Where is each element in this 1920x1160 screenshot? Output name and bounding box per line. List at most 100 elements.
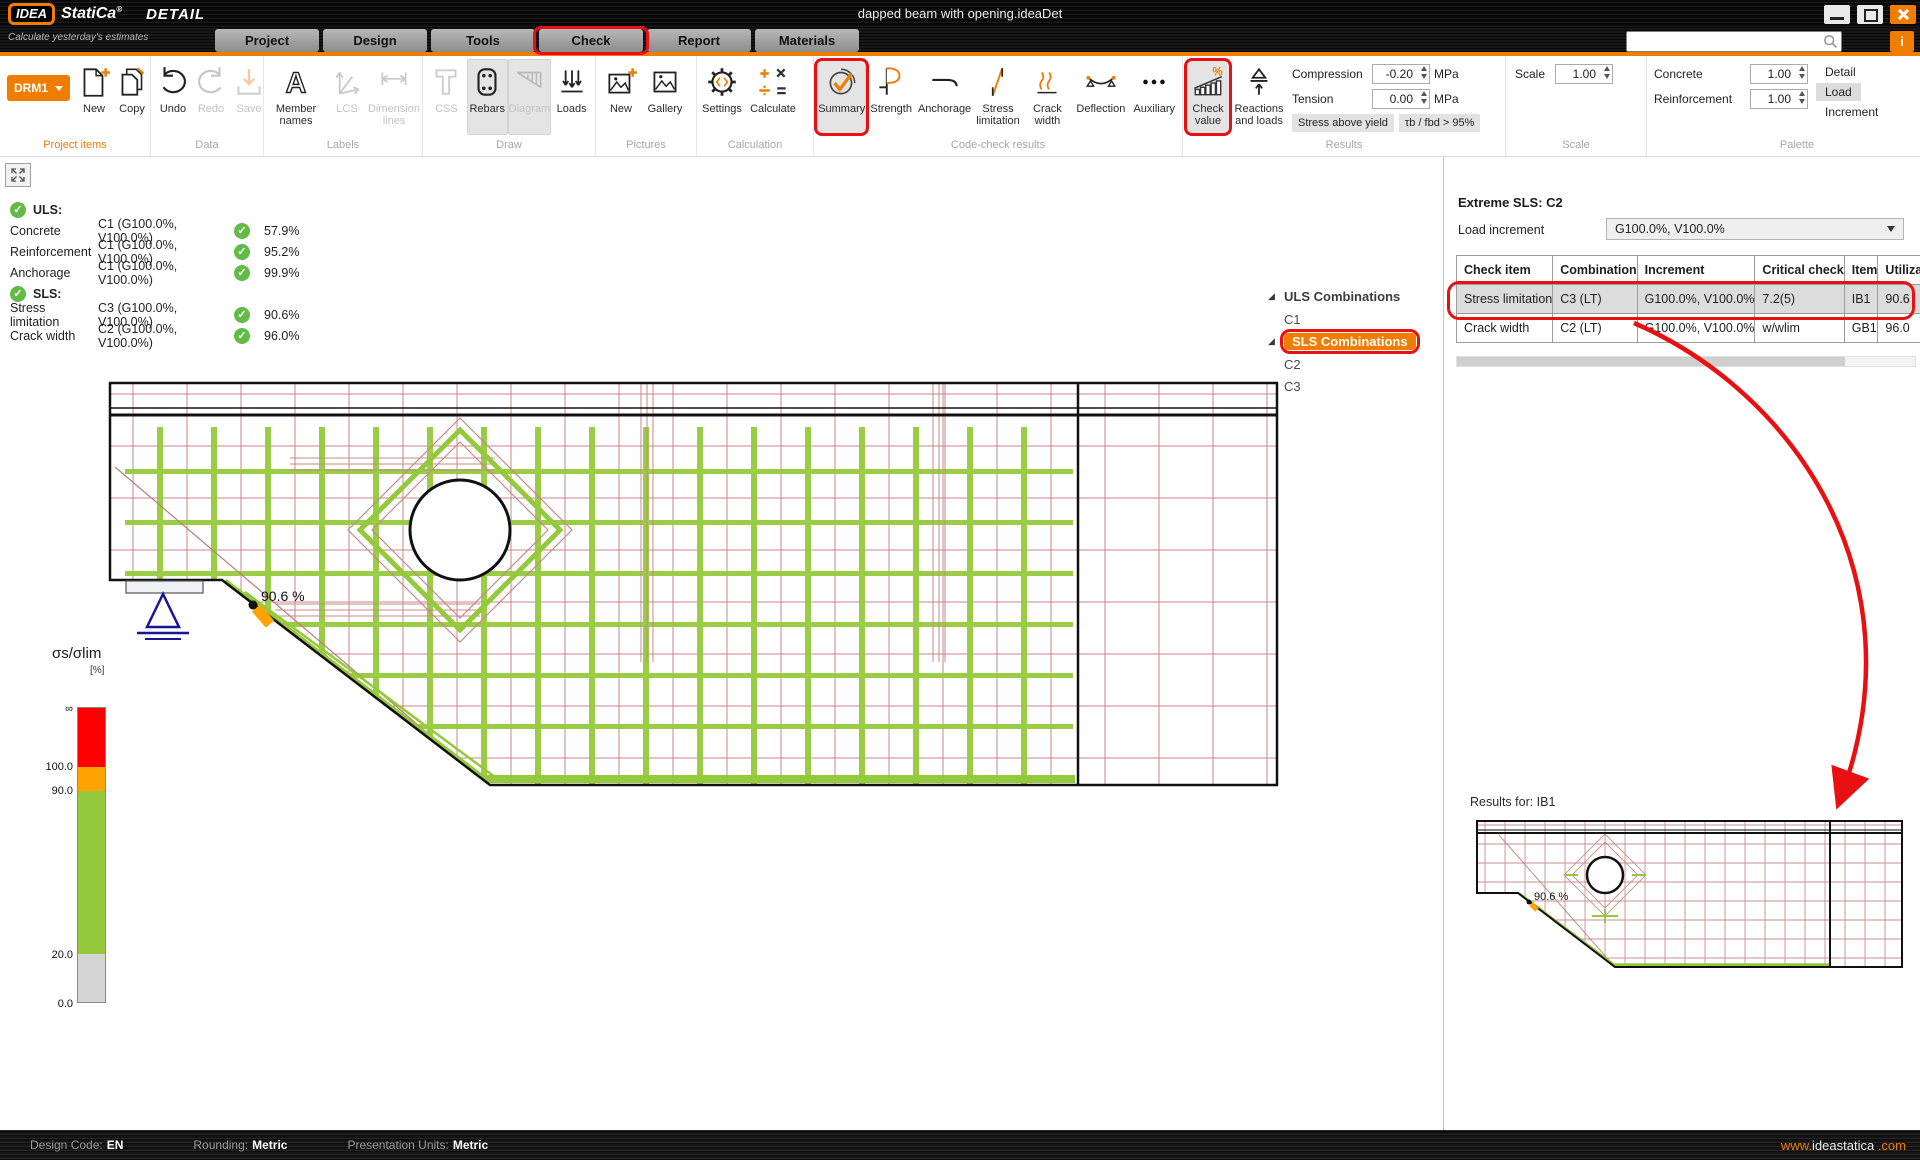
close-button[interactable] xyxy=(1890,5,1916,24)
table-row-crack-width[interactable]: Crack width C2 (LT) G100.0%, V100.0% w/w… xyxy=(1457,314,1920,343)
anchorage-icon xyxy=(927,64,963,100)
tension-unit: MPa xyxy=(1434,92,1459,106)
rebars-button[interactable]: Rebars xyxy=(467,59,508,135)
check-value-button[interactable]: % Check value xyxy=(1186,59,1230,135)
table-row-stress-limitation[interactable]: Stress limitation C3 (LT) G100.0%, V100.… xyxy=(1457,285,1920,314)
reactions-and-loads-button[interactable]: Reactions and loads xyxy=(1230,59,1288,135)
svg-text:%: % xyxy=(1212,66,1223,79)
undo-button[interactable]: Undo xyxy=(154,59,192,135)
calculate-icon xyxy=(755,64,791,100)
auxiliary-button[interactable]: Auxiliary xyxy=(1130,59,1179,135)
compression-unit: MPa xyxy=(1434,67,1459,81)
lcs-button[interactable]: LCS xyxy=(325,59,369,135)
spinner-arrows-icon[interactable] xyxy=(1421,66,1427,79)
tree-node-sls-combinations[interactable]: SLS Combinations xyxy=(1268,330,1416,353)
loads-button[interactable]: Loads xyxy=(551,59,592,135)
tree-node-uls-combinations[interactable]: ULS Combinations xyxy=(1268,285,1416,308)
minimize-button[interactable] xyxy=(1824,5,1850,24)
tension-input[interactable]: 0.00 xyxy=(1372,89,1430,109)
results-for-label: Results for: IB1 xyxy=(1470,795,1555,809)
group-labels: A Member names LCS Dimension lines Label… xyxy=(264,56,423,156)
group-label: Results xyxy=(1183,139,1505,156)
new-image-icon xyxy=(603,64,639,100)
sls-combinations-selected[interactable]: SLS Combinations xyxy=(1284,333,1416,350)
search-box[interactable] xyxy=(1626,31,1842,52)
concrete-scale-input[interactable]: 1.00 xyxy=(1750,64,1808,84)
anchorage-button[interactable]: Anchorage xyxy=(916,59,973,135)
tab-report[interactable]: Report xyxy=(647,29,751,52)
crack-width-button[interactable]: Crack width xyxy=(1023,59,1072,135)
group-label: Scale xyxy=(1506,139,1646,156)
copy-project-item-button[interactable]: Copy xyxy=(113,59,151,135)
reinforcement-scale-input[interactable]: 1.00 xyxy=(1750,89,1808,109)
diagram-button[interactable]: Diagram xyxy=(508,59,552,135)
palette-load-button[interactable]: Load xyxy=(1816,83,1861,101)
load-increment-dropdown[interactable]: G100.0%, V100.0% xyxy=(1606,218,1904,240)
tab-materials[interactable]: Materials xyxy=(755,29,859,52)
check-circle-icon xyxy=(234,328,250,344)
scrollbar-thumb[interactable] xyxy=(1457,357,1845,366)
summary-button[interactable]: Summary xyxy=(817,59,866,135)
results-fields: Compression -0.20 MPa Tension 0.00 MPa S… xyxy=(1292,61,1480,132)
utilization-marker-label: 90.6 % xyxy=(261,588,305,604)
new-document-icon xyxy=(76,64,112,100)
check-circle-icon xyxy=(234,223,250,239)
letter-a-icon: A xyxy=(278,64,314,100)
deflection-button[interactable]: Deflection xyxy=(1072,59,1129,135)
member-names-button[interactable]: A Member names xyxy=(267,59,325,135)
ribbon: DRM1 New Copy Project items Undo xyxy=(0,56,1920,157)
beam-drawing: 90.6 % xyxy=(85,372,1300,804)
stress-above-yield-toggle[interactable]: Stress above yield xyxy=(1292,114,1394,132)
strength-button[interactable]: Strength xyxy=(866,59,915,135)
legend-tick: 90.0 xyxy=(40,785,73,797)
css-button[interactable]: CSS xyxy=(426,59,467,135)
fit-view-button[interactable] xyxy=(5,163,31,187)
expand-arrows-icon xyxy=(10,167,26,183)
group-data: Undo Redo Save Data xyxy=(151,56,264,156)
support-symbol xyxy=(126,581,203,639)
palette-detail-button[interactable]: Detail xyxy=(1816,63,1865,81)
group-label: Palette xyxy=(1647,139,1920,156)
group-palette: Concrete 1.00 Reinforcement 1.00 Detail … xyxy=(1647,56,1920,156)
maximize-button[interactable] xyxy=(1857,5,1883,24)
tree-item-c1[interactable]: C1 xyxy=(1268,308,1416,330)
group-label: Code-check results xyxy=(814,139,1182,156)
new-picture-button[interactable]: New xyxy=(599,59,643,135)
compression-input[interactable]: -0.20 xyxy=(1372,64,1430,84)
project-item-selector[interactable]: DRM1 xyxy=(7,75,70,101)
legend-tick: 20.0 xyxy=(40,949,73,961)
stress-limitation-button[interactable]: Stress limitation xyxy=(973,59,1022,135)
copy-icon xyxy=(114,64,150,100)
search-input[interactable] xyxy=(1627,34,1823,49)
save-button[interactable]: Save xyxy=(230,59,268,135)
table-horizontal-scrollbar[interactable] xyxy=(1456,356,1916,367)
settings-button[interactable]: Settings xyxy=(700,59,744,135)
spinner-arrows-icon[interactable] xyxy=(1421,91,1427,104)
calculate-button[interactable]: Calculate xyxy=(744,59,802,135)
tab-tools[interactable]: Tools xyxy=(431,29,535,52)
spinner-arrows-icon[interactable] xyxy=(1799,66,1805,79)
palette-increment-button[interactable]: Increment xyxy=(1816,103,1887,121)
dimension-icon xyxy=(376,64,412,100)
new-project-item-button[interactable]: New xyxy=(75,59,113,135)
window-controls xyxy=(1824,5,1916,24)
compression-label: Compression xyxy=(1292,67,1372,81)
redo-button[interactable]: Redo xyxy=(192,59,230,135)
gallery-button[interactable]: Gallery xyxy=(643,59,687,135)
tree-expander-icon[interactable] xyxy=(1268,336,1284,347)
spinner-arrows-icon[interactable] xyxy=(1604,66,1610,79)
rebars-icon xyxy=(469,64,505,100)
dimension-lines-button[interactable]: Dimension lines xyxy=(369,59,419,135)
info-button[interactable]: i xyxy=(1890,31,1914,52)
deflection-icon xyxy=(1083,64,1119,100)
tab-check[interactable]: Check xyxy=(539,29,643,52)
check-circle-icon xyxy=(10,202,26,218)
scale-input[interactable]: 1.00 xyxy=(1555,64,1613,84)
bond-ratio-toggle[interactable]: τb / fbd > 95% xyxy=(1399,114,1480,132)
tab-project[interactable]: Project xyxy=(215,29,319,52)
tab-design[interactable]: Design xyxy=(323,29,427,52)
spinner-arrows-icon[interactable] xyxy=(1799,91,1805,104)
group-label: Calculation xyxy=(697,139,813,156)
tree-expander-icon[interactable] xyxy=(1268,291,1284,302)
website-link[interactable]: www.ideastatica .com xyxy=(1781,1138,1906,1153)
